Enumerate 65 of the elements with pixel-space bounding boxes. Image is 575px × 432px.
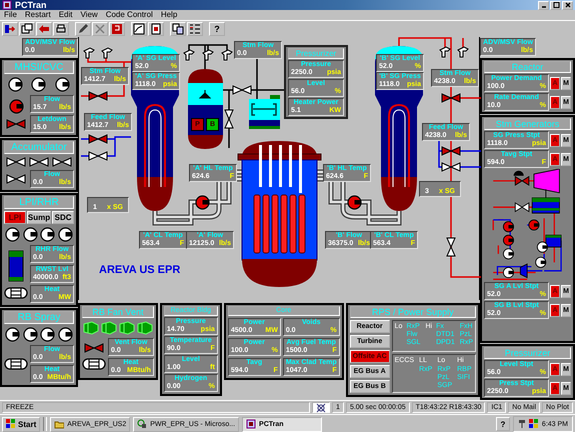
toolbar-button[interactable] xyxy=(75,22,91,36)
toolbar-button[interactable] xyxy=(148,22,164,36)
heat-exchanger-icon xyxy=(82,358,106,370)
exit-icon xyxy=(4,23,16,35)
copy-icon xyxy=(172,23,184,35)
toolbar-button[interactable] xyxy=(36,22,52,36)
panel-title: RB Spray xyxy=(4,311,74,324)
heat-exchanger-icon xyxy=(4,286,28,298)
menu-item[interactable]: Edit xyxy=(58,10,72,20)
toolbar-button[interactable] xyxy=(2,22,18,36)
plant-label: AREVA US EPR xyxy=(99,264,180,276)
relief-tank-drawing xyxy=(249,95,280,129)
panel-title: Pressurizer xyxy=(484,347,571,359)
toolbar-button[interactable] xyxy=(19,22,35,36)
relief-valve-icon xyxy=(202,49,214,61)
mode-button[interactable]: Sump xyxy=(26,211,52,224)
program-icon xyxy=(137,419,148,429)
maximize-button[interactable] xyxy=(550,0,561,10)
mode-button[interactable]: SDC xyxy=(52,211,74,224)
chart-icon xyxy=(133,23,145,35)
close-icon xyxy=(564,1,572,9)
maximize-icon xyxy=(552,1,560,9)
panel-title: Accumulator xyxy=(4,141,74,154)
close-button[interactable] xyxy=(562,0,573,10)
tank-icon xyxy=(8,250,24,282)
relief-valve-icon xyxy=(101,47,113,59)
arrow-left-icon xyxy=(38,23,50,35)
relief-valve-icon xyxy=(221,49,233,61)
windows-logo-icon xyxy=(6,419,16,429)
document-icon xyxy=(150,23,162,35)
panel-title: MHSI/CVC xyxy=(4,61,74,74)
app-icon xyxy=(246,419,256,429)
help-button[interactable]: ? xyxy=(496,417,510,431)
panel-title: Reactor xyxy=(484,61,571,73)
heat-exchanger-icon xyxy=(4,358,28,370)
app-icon xyxy=(2,0,12,10)
toolbar-button[interactable] xyxy=(53,22,69,36)
relief-valve-icon xyxy=(457,46,469,58)
relief-valve-icon xyxy=(439,46,451,58)
panel-title: Stm Generators xyxy=(484,118,571,130)
window-title: PCTran xyxy=(15,0,47,10)
toolbar-button[interactable] xyxy=(109,22,125,36)
toolbar-button[interactable] xyxy=(187,22,203,36)
relief-valve-icon xyxy=(183,49,195,61)
panel-title: RB Fan Vent xyxy=(82,306,154,318)
printer-icon xyxy=(55,23,67,35)
folder-icon xyxy=(54,419,64,429)
menu-item[interactable]: Restart xyxy=(24,10,51,20)
minimize-button[interactable] xyxy=(538,0,549,10)
toolbar-button[interactable] xyxy=(131,22,147,36)
relief-valve-icon xyxy=(83,47,95,59)
grid-icon xyxy=(189,23,201,35)
menu-item[interactable]: Help xyxy=(160,10,178,20)
panel-title: LPI/RHR xyxy=(4,196,74,209)
panel-title: RPS / Power Supply xyxy=(350,306,476,318)
window-icon xyxy=(21,23,33,35)
menu-item[interactable]: Code Control xyxy=(106,10,153,20)
menu-item[interactable]: View xyxy=(80,10,98,20)
menu-item[interactable]: File xyxy=(4,10,17,20)
help-button[interactable]: ? xyxy=(209,22,225,36)
toolbar-button[interactable] xyxy=(170,22,186,36)
start-button[interactable]: Start xyxy=(2,416,40,432)
start-label: Start xyxy=(18,420,36,428)
pen-icon xyxy=(77,23,89,35)
panel-title: Pressurizer xyxy=(288,48,344,59)
